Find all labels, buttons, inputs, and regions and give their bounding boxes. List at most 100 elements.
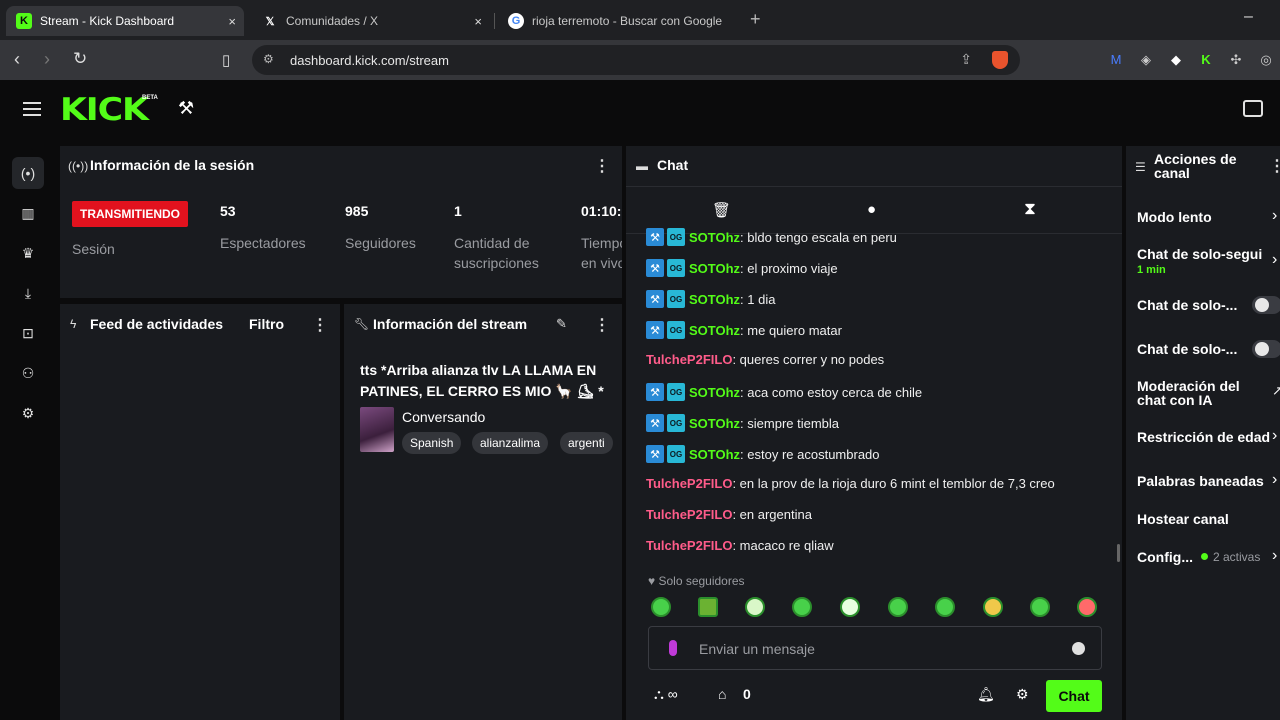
trash-icon[interactable]: 🗑︎ bbox=[712, 201, 731, 219]
chat-message-icon[interactable]: ● bbox=[867, 201, 876, 218]
config-action[interactable]: Config... bbox=[1137, 550, 1193, 564]
store-icon[interactable]: ⌂ bbox=[718, 686, 726, 702]
chat-username[interactable]: TulcheP2FILO bbox=[646, 476, 732, 491]
chat-username[interactable]: SOTOhz bbox=[689, 261, 740, 276]
profile-icon[interactable]: ◎ bbox=[1258, 52, 1274, 68]
chat-username[interactable]: TulcheP2FILO bbox=[646, 352, 732, 367]
menu-icon[interactable] bbox=[23, 102, 41, 116]
emote-icon[interactable] bbox=[983, 597, 1003, 617]
browser-tab-google[interactable]: G rioja terremoto - Buscar con Google bbox=[498, 6, 736, 36]
emote-icon[interactable] bbox=[1077, 597, 1097, 617]
camera-scan-icon[interactable]: ⊡ bbox=[12, 317, 44, 349]
chat-username[interactable]: SOTOhz bbox=[689, 230, 740, 245]
emote-icon[interactable] bbox=[698, 597, 718, 617]
chat-send-button[interactable]: Chat bbox=[1046, 680, 1102, 712]
kick-logo[interactable]: KICK bbox=[60, 92, 149, 128]
emote-icon[interactable] bbox=[935, 597, 955, 617]
tag[interactable]: alianzalima bbox=[472, 432, 549, 454]
close-tab-icon[interactable]: × bbox=[474, 14, 482, 29]
chat-message[interactable]: TulcheP2FILO: en la prov de la rioja dur… bbox=[646, 476, 1055, 491]
chat-username[interactable]: SOTOhz bbox=[689, 416, 740, 431]
chat-message[interactable]: TulcheP2FILO: queres correr y no podes bbox=[646, 352, 884, 367]
chevron-right-icon[interactable]: › bbox=[1272, 547, 1277, 565]
extensions-puzzle-icon[interactable]: ✣ bbox=[1228, 52, 1244, 68]
emotes-only-action[interactable]: Chat de solo-... bbox=[1137, 342, 1237, 356]
chevron-right-icon[interactable]: › bbox=[1272, 251, 1277, 269]
followers-only-action[interactable]: Chat de solo-segui bbox=[1137, 247, 1262, 261]
emote-icon[interactable] bbox=[888, 597, 908, 617]
host-channel-action[interactable]: Hostear canal bbox=[1137, 512, 1229, 526]
chat-username[interactable]: TulcheP2FILO bbox=[646, 507, 732, 522]
chevron-right-icon[interactable]: › bbox=[1272, 471, 1277, 489]
chat-username[interactable]: SOTOhz bbox=[689, 292, 740, 307]
back-arrow-icon[interactable]: ‹ bbox=[14, 49, 20, 70]
ai-moderation-action[interactable]: Moderación del chat con IA bbox=[1137, 379, 1247, 407]
bell-icon[interactable]: 🔔︎ bbox=[977, 686, 995, 703]
new-tab-button[interactable]: + bbox=[750, 9, 761, 30]
chat-message[interactable]: ⚒ OG SOTOhz: el proximo viaje bbox=[646, 259, 838, 277]
chat-scrollbar[interactable] bbox=[1117, 544, 1120, 562]
more-options-icon[interactable]: ⋮ bbox=[594, 156, 610, 176]
stream-broadcast-icon[interactable]: (•) bbox=[12, 157, 44, 189]
share-icon[interactable]: ⇪ bbox=[960, 51, 972, 68]
community-infinity-icon[interactable]: ⛬ ∞ bbox=[654, 686, 678, 703]
banned-words-action[interactable]: Palabras baneadas bbox=[1137, 474, 1264, 488]
trophy-icon[interactable]: ♛ bbox=[12, 237, 44, 269]
emote-icon[interactable] bbox=[1030, 597, 1050, 617]
more-options-icon[interactable]: ⋮ bbox=[594, 315, 610, 335]
microphone-icon[interactable] bbox=[669, 640, 677, 656]
extension-kick-icon[interactable]: K bbox=[1198, 52, 1214, 68]
emoji-icon[interactable] bbox=[1072, 642, 1085, 655]
close-tab-icon[interactable]: × bbox=[228, 14, 236, 29]
extension-shield-icon[interactable]: ◈ bbox=[1138, 52, 1154, 68]
hourglass-icon[interactable]: ⧗ bbox=[1024, 199, 1036, 219]
emote-icon[interactable] bbox=[840, 597, 860, 617]
community-icon[interactable]: ⚇ bbox=[12, 357, 44, 389]
extension-diamond-icon[interactable]: ◆ bbox=[1168, 52, 1184, 68]
chat-message[interactable]: ⚒ OG SOTOhz: estoy re acostumbrado bbox=[646, 445, 880, 463]
emotes-only-toggle[interactable] bbox=[1252, 340, 1280, 358]
chat-message[interactable]: ⚒ OG SOTOhz: 1 dia bbox=[646, 290, 775, 308]
age-restriction-action[interactable]: Restricción de edad bbox=[1137, 430, 1270, 444]
browser-tab-kick[interactable]: K Stream - Kick Dashboard × bbox=[6, 6, 244, 36]
browser-tab-x[interactable]: 𝕏 Comunidades / X × bbox=[252, 6, 490, 36]
chat-input-placeholder[interactable]: Enviar un mensaje bbox=[699, 641, 815, 657]
slow-mode-action[interactable]: Modo lento bbox=[1137, 210, 1212, 224]
tv-icon[interactable] bbox=[1243, 100, 1263, 117]
chat-message[interactable]: TulcheP2FILO: macaco re qliaw bbox=[646, 538, 834, 553]
more-options-icon[interactable]: ⋮ bbox=[312, 315, 328, 335]
extension-m-icon[interactable]: M bbox=[1108, 52, 1124, 68]
chat-message[interactable]: ⚒ OG SOTOhz: me quiero matar bbox=[646, 321, 842, 339]
chat-message[interactable]: ⚒ OG SOTOhz: aca como estoy cerca de chile bbox=[646, 383, 922, 401]
chat-username[interactable]: SOTOhz bbox=[689, 447, 740, 462]
emote-icon[interactable] bbox=[745, 597, 765, 617]
reload-icon[interactable]: ↻ bbox=[73, 49, 87, 69]
chat-username[interactable]: TulcheP2FILO bbox=[646, 538, 732, 553]
tag[interactable]: argenti bbox=[560, 432, 613, 454]
emote-icon[interactable] bbox=[792, 597, 812, 617]
bookmark-icon[interactable]: ▯ bbox=[222, 51, 230, 69]
chat-settings-icon[interactable]: ⚙ bbox=[1016, 686, 1029, 703]
subscribers-only-action[interactable]: Chat de solo-... bbox=[1137, 298, 1237, 312]
chevron-right-icon[interactable]: › bbox=[1272, 427, 1277, 445]
site-info-icon[interactable]: ⚙ bbox=[263, 52, 274, 66]
chat-message[interactable]: ⚒ OG SOTOhz: bldo tengo escala en peru bbox=[646, 228, 897, 246]
more-options-icon[interactable]: ⋮ bbox=[1269, 156, 1280, 176]
address-bar[interactable]: ⚙ dashboard.kick.com/stream ⇪ bbox=[252, 45, 1020, 75]
chat-username[interactable]: SOTOhz bbox=[689, 323, 740, 338]
analytics-icon[interactable]: ▥ bbox=[12, 197, 44, 229]
category-name[interactable]: Conversando bbox=[402, 409, 485, 425]
chat-message[interactable]: TulcheP2FILO: en argentina bbox=[646, 507, 812, 522]
url-text[interactable]: dashboard.kick.com/stream bbox=[290, 53, 449, 68]
chat-message[interactable]: ⚒ OG SOTOhz: siempre tiembla bbox=[646, 414, 839, 432]
settings-gear-icon[interactable]: ⚙ bbox=[12, 397, 44, 429]
minimize-window-button[interactable]: – bbox=[1244, 8, 1253, 26]
chat-username[interactable]: SOTOhz bbox=[689, 385, 740, 400]
subscribers-only-toggle[interactable] bbox=[1252, 296, 1280, 314]
chevron-right-icon[interactable]: › bbox=[1272, 207, 1277, 225]
chat-message-input[interactable]: Enviar un mensaje bbox=[648, 626, 1102, 670]
tag[interactable]: Spanish bbox=[402, 432, 462, 454]
emote-icon[interactable] bbox=[651, 597, 671, 617]
filter-button[interactable]: Filtro bbox=[249, 316, 284, 332]
edit-pencil-icon[interactable]: ✎ bbox=[556, 316, 567, 332]
